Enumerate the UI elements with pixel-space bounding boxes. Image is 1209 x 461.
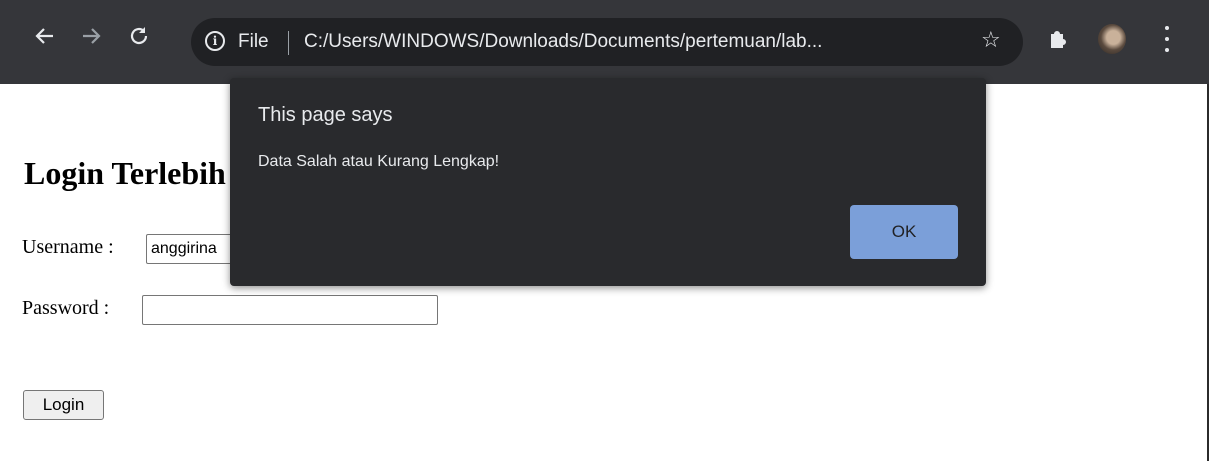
info-icon[interactable]: i <box>205 31 225 51</box>
url-text[interactable]: C:/Users/WINDOWS/Downloads/Documents/per… <box>304 31 822 53</box>
reload-icon[interactable] <box>125 22 153 50</box>
star-icon[interactable]: ☆ <box>981 28 1001 53</box>
password-input[interactable] <box>142 295 438 325</box>
avatar[interactable] <box>1098 24 1126 54</box>
forward-arrow-icon[interactable] <box>78 22 106 50</box>
dialog-title: This page says <box>258 104 393 126</box>
dialog-message: Data Salah atau Kurang Lengkap! <box>258 153 500 170</box>
password-label: Password : <box>22 297 110 319</box>
address-bar[interactable]: i File C:/Users/WINDOWS/Downloads/Docume… <box>191 18 1023 66</box>
menu-icon[interactable] <box>1164 26 1170 52</box>
back-arrow-icon[interactable] <box>30 22 58 50</box>
url-divider <box>288 31 289 55</box>
alert-dialog: This page says Data Salah atau Kurang Le… <box>230 78 986 286</box>
extensions-icon[interactable] <box>1045 22 1073 50</box>
ok-button[interactable]: OK <box>850 205 958 259</box>
login-button[interactable]: Login <box>23 390 104 420</box>
url-scheme: File <box>238 31 269 52</box>
browser-toolbar: i File C:/Users/WINDOWS/Downloads/Docume… <box>0 0 1209 84</box>
username-label: Username : <box>22 236 114 258</box>
